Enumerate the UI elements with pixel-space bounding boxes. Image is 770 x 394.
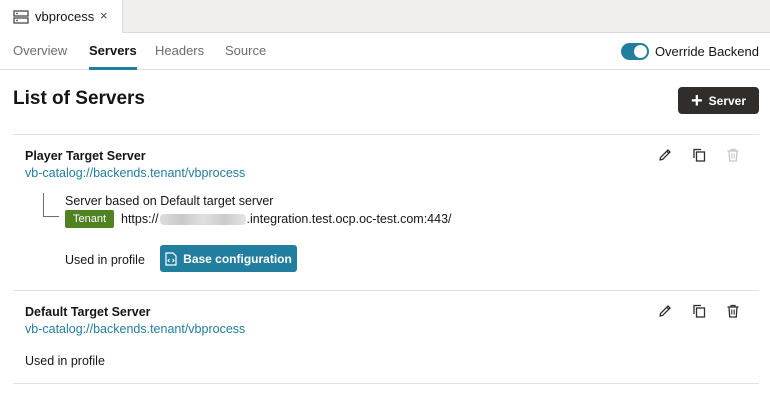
edit-icon[interactable]	[657, 303, 673, 319]
delete-icon[interactable]	[725, 303, 741, 319]
redacted-host	[159, 213, 246, 225]
document-code-icon	[165, 251, 177, 266]
override-backend-label: Override Backend	[654, 43, 759, 59]
server-link[interactable]: vb-catalog://backends.tenant/vbprocess	[25, 322, 245, 336]
override-backend-control: Override Backend	[620, 42, 759, 60]
server-url-suffix: .integration.test.ocp.oc-test.com:443/	[246, 212, 452, 226]
page-title: List of Servers	[13, 88, 145, 109]
server-card-default-target: Default Target Server vb-catalog://backe…	[13, 290, 759, 384]
base-configuration-label: Base configuration	[183, 251, 292, 266]
server-url-prefix: https://	[121, 212, 159, 226]
duplicate-icon[interactable]	[691, 303, 707, 319]
document-tab-vbprocess[interactable]: vbprocess ×	[0, 0, 123, 33]
tab-source[interactable]: Source	[225, 33, 266, 70]
server-url: https:// .integration.test.ocp.oc-test.c…	[121, 212, 452, 226]
tree-connector	[43, 193, 59, 217]
add-server-button[interactable]: + Server	[678, 87, 759, 114]
close-icon[interactable]: ×	[100, 8, 108, 23]
edit-icon[interactable]	[657, 147, 673, 163]
tenant-badge: Tenant	[65, 210, 115, 228]
server-icon	[13, 9, 29, 24]
add-server-label: Server	[708, 93, 747, 108]
server-link[interactable]: vb-catalog://backends.tenant/vbprocess	[25, 166, 245, 180]
delete-icon[interactable]	[725, 147, 741, 163]
tab-headers[interactable]: Headers	[155, 33, 204, 70]
server-card-player-target: Player Target Server vb-catalog://backen…	[13, 134, 759, 291]
plus-icon: +	[690, 89, 703, 112]
server-based-on: Server based on Default target server	[65, 194, 274, 208]
document-tab-strip: vbprocess ×	[0, 0, 770, 33]
server-actions	[639, 303, 741, 319]
used-in-profile-label: Used in profile	[25, 354, 105, 368]
duplicate-icon[interactable]	[691, 147, 707, 163]
used-in-profile-label: Used in profile	[65, 253, 145, 267]
sub-navigation: Overview Servers Headers Source Override…	[0, 33, 770, 70]
override-backend-toggle[interactable]	[620, 42, 649, 60]
server-actions	[639, 147, 741, 163]
document-tab-title: vbprocess	[35, 9, 95, 24]
server-name: Player Target Server	[25, 149, 146, 163]
tab-overview[interactable]: Overview	[13, 33, 67, 70]
tab-servers[interactable]: Servers	[89, 33, 137, 70]
toggle-knob	[633, 44, 647, 58]
server-name: Default Target Server	[25, 305, 151, 319]
base-configuration-button[interactable]: Base configuration	[160, 245, 297, 272]
